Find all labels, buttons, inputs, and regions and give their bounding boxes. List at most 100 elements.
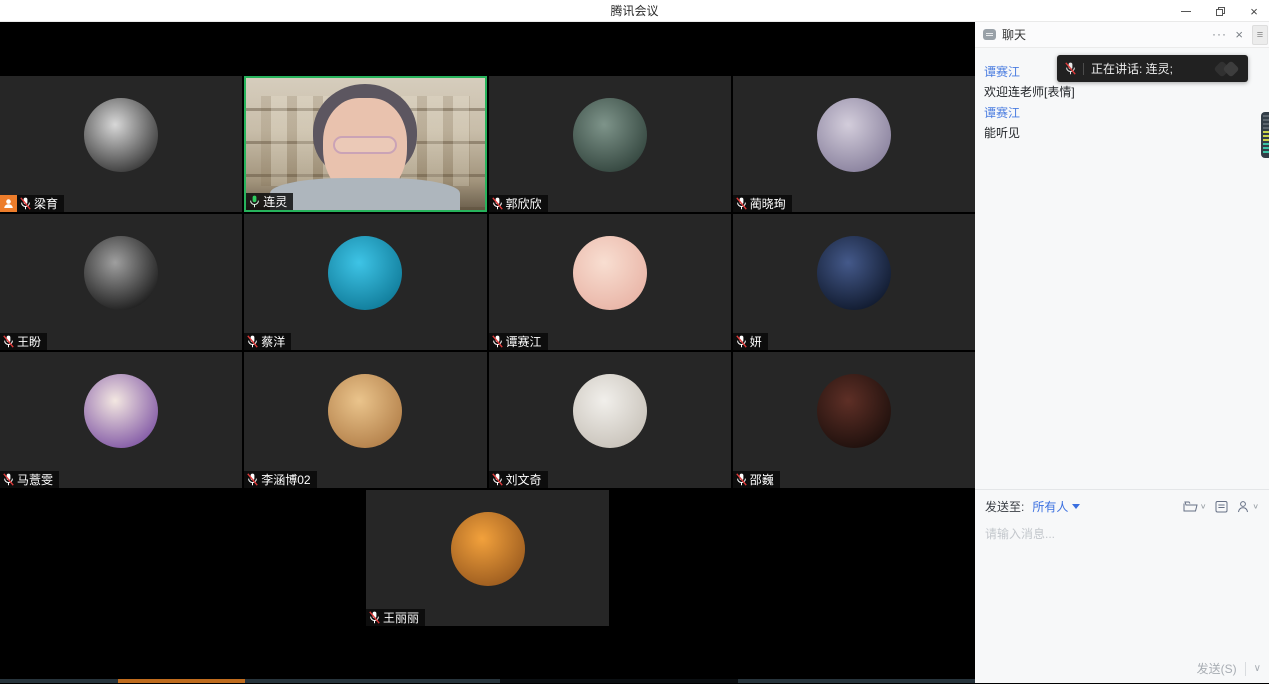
message-input[interactable]: 请输入消息... — [975, 515, 1269, 575]
banner-divider — [1083, 63, 1084, 75]
mic-icon — [369, 611, 380, 624]
mic-muted-icon — [1065, 62, 1076, 75]
send-to-dropdown[interactable]: 所有人 — [1032, 498, 1080, 515]
participant-name: 马薏雯 — [17, 471, 53, 488]
participant-label: 谭赛江 — [489, 333, 548, 350]
titlebar: 腾讯会议 × — [0, 0, 1269, 22]
participant-name: 刘文奇 — [506, 471, 542, 488]
meeting-logo-icon — [1214, 62, 1240, 76]
participant-name: 连灵 — [263, 193, 287, 210]
participant-name: 蔡洋 — [261, 333, 285, 350]
main-area: 梁育 连灵 — [0, 22, 1269, 683]
participant-tile[interactable]: 蔺晓珣 — [733, 76, 975, 212]
message-text: 欢迎连老师[表情] — [984, 82, 1260, 102]
member-icon[interactable]: ∨ — [1237, 500, 1259, 513]
participant-name: 王丽丽 — [383, 609, 419, 626]
send-row: 发送(S) ∨ — [1197, 660, 1261, 677]
close-icon[interactable]: × — [1245, 2, 1263, 20]
mic-icon — [492, 473, 503, 486]
mic-icon — [492, 197, 503, 210]
window-controls: × — [1177, 0, 1263, 22]
participant-tile[interactable]: 梁育 — [0, 76, 242, 212]
participant-name: 郭欣欣 — [506, 195, 542, 212]
participant-tile[interactable]: 王盼 — [0, 214, 242, 350]
mic-icon — [492, 335, 503, 348]
avatar — [84, 374, 158, 448]
chat-title: 聊天 — [1002, 26, 1026, 43]
avatar — [573, 374, 647, 448]
participant-label: 蔺晓珣 — [733, 195, 792, 212]
send-options-chevron-icon[interactable]: ∨ — [1254, 663, 1261, 674]
participant-tile[interactable]: 刘文奇 — [489, 352, 731, 488]
participant-tile[interactable]: 蔡洋 — [244, 214, 486, 350]
send-to-row: 发送至: 所有人 ∨ — [975, 490, 1269, 515]
participant-name: 李涵博02 — [261, 471, 310, 488]
folder-icon[interactable]: ∨ — [1183, 500, 1207, 513]
avatar — [328, 374, 402, 448]
speaking-banner: 正在讲话: 连灵; — [1057, 55, 1248, 82]
taskbar-hidden-strip[interactable] — [0, 679, 975, 683]
avatar — [817, 236, 891, 310]
participant-tile[interactable]: 郭欣欣 — [489, 76, 731, 212]
participant-label: 邵巍 — [733, 471, 780, 488]
taskbar-dark-segment — [500, 679, 738, 683]
chat-header: 聊天 ··· × ≡ — [975, 22, 1269, 48]
avatar — [84, 236, 158, 310]
chevron-down-icon — [1072, 504, 1080, 509]
send-to-value: 所有人 — [1032, 498, 1068, 515]
minimize-icon[interactable] — [1177, 2, 1195, 20]
mic-icon — [736, 473, 747, 486]
participant-name: 王盼 — [17, 333, 41, 350]
mic-icon — [20, 197, 31, 210]
participant-tile[interactable]: 连灵 — [244, 76, 486, 212]
participant-label: 马薏雯 — [0, 471, 59, 488]
volume-meter — [1261, 112, 1269, 158]
mic-icon — [3, 473, 14, 486]
participant-label: 蔡洋 — [244, 333, 291, 350]
participant-tile[interactable]: 妍 — [733, 214, 975, 350]
message-text: 能听见 — [984, 123, 1260, 143]
mic-icon — [249, 195, 260, 208]
participant-label: 李涵博02 — [244, 471, 316, 488]
chat-close-icon[interactable]: × — [1235, 28, 1243, 41]
composer-icons: ∨ ∨ — [1183, 500, 1259, 513]
chat-composer: 发送至: 所有人 ∨ — [975, 489, 1269, 683]
participant-tile[interactable]: 邵巍 — [733, 352, 975, 488]
menu-icon[interactable]: ≡ — [1252, 25, 1268, 45]
avatar — [328, 236, 402, 310]
send-divider — [1245, 662, 1246, 676]
restore-icon[interactable] — [1211, 2, 1229, 20]
avatar — [573, 98, 647, 172]
participant-label: 刘文奇 — [489, 471, 548, 488]
send-to-label: 发送至: — [985, 498, 1024, 515]
participant-tile[interactable]: 王丽丽 — [366, 490, 609, 626]
mic-icon — [736, 197, 747, 210]
participant-name: 蔺晓珣 — [750, 195, 786, 212]
avatar — [817, 98, 891, 172]
more-icon[interactable]: ··· — [1212, 28, 1227, 40]
avatar — [84, 98, 158, 172]
mic-icon — [3, 335, 14, 348]
taskbar-orange-segment — [118, 679, 245, 683]
announcement-icon[interactable] — [1215, 500, 1228, 513]
participant-label: 郭欣欣 — [489, 195, 548, 212]
send-button[interactable]: 发送(S) — [1197, 660, 1237, 677]
participant-label: 连灵 — [246, 193, 293, 210]
chat-message-area[interactable]: 谭赛江欢迎连老师[表情]谭赛江能听见 正在讲话: 连灵; — [975, 48, 1269, 489]
participant-label: 王丽丽 — [366, 609, 425, 626]
speaking-banner-text: 正在讲话: 连灵; — [1091, 60, 1207, 77]
mic-icon — [736, 335, 747, 348]
avatar — [573, 236, 647, 310]
avatar — [817, 374, 891, 448]
participant-label: 梁育 — [0, 195, 64, 212]
participant-label: 妍 — [733, 333, 768, 350]
window-title: 腾讯会议 — [0, 0, 1269, 22]
tencent-meeting-window: 腾讯会议 × 梁育 — [0, 0, 1269, 684]
video-stage: 梁育 连灵 — [0, 22, 975, 683]
participant-tile[interactable]: 谭赛江 — [489, 214, 731, 350]
mic-icon — [247, 335, 258, 348]
participant-tile[interactable]: 李涵博02 — [244, 352, 486, 488]
participant-tile[interactable]: 马薏雯 — [0, 352, 242, 488]
avatar — [451, 512, 525, 586]
participant-name: 谭赛江 — [506, 333, 542, 350]
